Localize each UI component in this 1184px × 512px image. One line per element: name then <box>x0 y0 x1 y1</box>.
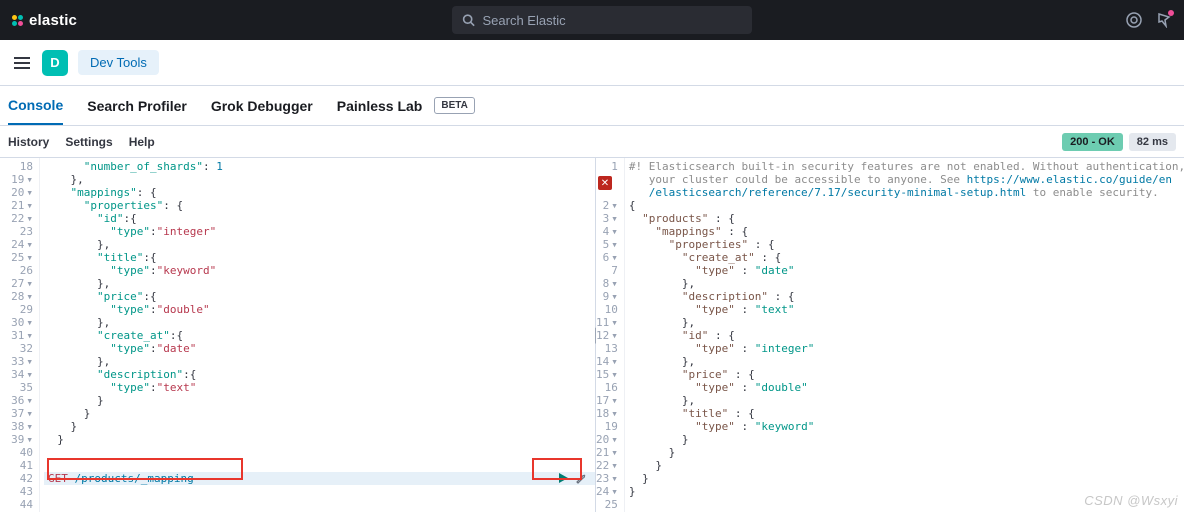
tab-console[interactable]: Console <box>8 87 63 125</box>
search-input[interactable] <box>483 13 742 28</box>
brand-name: elastic <box>29 12 77 29</box>
elastic-logo-icon <box>12 15 23 26</box>
response-pane: ✕ 1 2▾3▾4▾5▾6▾78▾9▾1011▾12▾1314▾15▾1617▾… <box>596 158 1184 512</box>
breadcrumb-devtools[interactable]: Dev Tools <box>78 50 159 75</box>
notification-dot <box>1168 10 1174 16</box>
subbar-history[interactable]: History <box>8 135 49 149</box>
response-code[interactable]: #! Elasticsearch built-in security featu… <box>625 158 1184 512</box>
wrench-icon[interactable] <box>575 472 587 484</box>
space-avatar[interactable]: D <box>42 50 68 76</box>
console-subbar: History Settings Help 200 - OK 82 ms <box>0 126 1184 158</box>
subbar-help[interactable]: Help <box>129 135 155 149</box>
help-icon[interactable] <box>1126 12 1142 28</box>
response-gutter: 1 2▾3▾4▾5▾6▾78▾9▾1011▾12▾1314▾15▾1617▾18… <box>596 158 625 512</box>
menu-icon[interactable] <box>12 53 32 73</box>
status-code: 200 - OK <box>1062 133 1123 151</box>
brand-logo[interactable]: elastic <box>12 12 77 29</box>
response-time: 82 ms <box>1129 133 1176 151</box>
global-search[interactable] <box>452 6 752 34</box>
request-pane: 1819▾20▾21▾22▾2324▾25▾2627▾28▾2930▾31▾32… <box>0 158 596 512</box>
dismiss-warning-icon[interactable]: ✕ <box>598 176 612 190</box>
console-editor: 1819▾20▾21▾22▾2324▾25▾2627▾28▾2930▾31▾32… <box>0 158 1184 512</box>
search-icon <box>462 13 475 27</box>
request-code[interactable]: "number_of_shards": 1 }, "mappings": { "… <box>40 158 595 512</box>
nav-toolbar: D Dev Tools <box>0 40 1184 86</box>
app-header: elastic <box>0 0 1184 40</box>
tab-painless-lab[interactable]: Painless Lab <box>337 88 423 124</box>
request-gutter: 1819▾20▾21▾22▾2324▾25▾2627▾28▾2930▾31▾32… <box>0 158 40 512</box>
tab-grok-debugger[interactable]: Grok Debugger <box>211 88 313 124</box>
beta-badge: BETA <box>434 97 474 114</box>
play-icon[interactable] <box>557 472 569 484</box>
tab-search-profiler[interactable]: Search Profiler <box>87 88 187 124</box>
watermark: CSDN @Wsxyi <box>1084 493 1178 508</box>
subbar-settings[interactable]: Settings <box>65 135 112 149</box>
newsfeed-icon[interactable] <box>1156 12 1172 28</box>
devtools-tabs: Console Search Profiler Grok Debugger Painl… <box>0 86 1184 126</box>
